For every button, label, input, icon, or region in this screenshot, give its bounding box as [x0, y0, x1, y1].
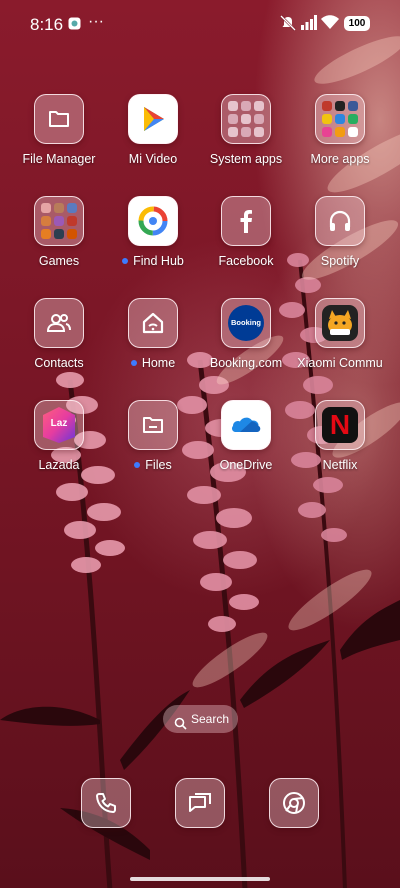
app-mi-video[interactable]: Mi Video: [107, 94, 199, 166]
app-label: Spotify: [320, 254, 360, 268]
folder-grid-icon: [34, 196, 84, 246]
app-lazada[interactable]: Laz Lazada: [13, 400, 105, 472]
app-label: System apps: [209, 152, 283, 166]
app-label: OneDrive: [219, 458, 273, 472]
app-file-manager[interactable]: File Manager: [13, 94, 105, 166]
folder-games[interactable]: Games: [13, 196, 105, 268]
search-label: Search: [191, 712, 230, 726]
folder-grid-icon: [221, 94, 271, 144]
app-booking[interactable]: Booking Booking.com: [200, 298, 292, 370]
app-facebook[interactable]: Facebook: [200, 196, 292, 268]
play-icon: [128, 94, 178, 144]
app-label: Files: [107, 458, 199, 472]
status-bar: 8:16 ··· 100: [0, 0, 400, 48]
facebook-icon: [221, 196, 271, 246]
app-contacts[interactable]: Contacts: [13, 298, 105, 370]
chrome-icon: [283, 792, 305, 814]
wifi-icon: [321, 15, 339, 35]
app-netflix[interactable]: N Netflix: [294, 400, 386, 472]
app-label: Games: [38, 254, 80, 268]
app-label: Xiaomi Commu: [297, 356, 383, 370]
app-label: Netflix: [322, 458, 358, 472]
mute-icon: [280, 15, 296, 36]
notification-app-icon: [68, 17, 81, 35]
app-label: Lazada: [38, 458, 80, 472]
dock-phone-button[interactable]: [81, 778, 131, 828]
contacts-icon: [34, 298, 84, 348]
home-icon: [128, 298, 178, 348]
gesture-home-bar[interactable]: [130, 877, 270, 881]
app-xiaomi-community[interactable]: Xiaomi Commu: [294, 298, 386, 370]
app-files[interactable]: Files: [107, 400, 199, 472]
search-icon: [174, 712, 187, 740]
app-label: Home: [107, 356, 199, 370]
search-button[interactable]: Search: [163, 705, 238, 733]
app-label: Booking.com: [209, 356, 283, 370]
app-label: Mi Video: [128, 152, 178, 166]
new-badge-dot: [122, 258, 129, 264]
folder-more-apps[interactable]: More apps: [294, 94, 386, 166]
app-label: Find Hub: [107, 254, 199, 268]
app-label: Facebook: [218, 254, 274, 268]
folder-grid-icon: [315, 94, 365, 144]
phone-icon: [96, 793, 116, 813]
dock-messages-button[interactable]: [175, 778, 225, 828]
app-find-hub[interactable]: Find Hub: [107, 196, 199, 268]
folder-system-apps[interactable]: System apps: [200, 94, 292, 166]
battery-indicator: 100: [344, 16, 370, 31]
cloud-icon: [221, 400, 271, 450]
booking-icon: Booking: [221, 298, 271, 348]
signal-icon: [300, 15, 317, 35]
lazada-icon: Laz: [34, 400, 84, 450]
headphones-icon: [315, 196, 365, 246]
app-spotify[interactable]: Spotify: [294, 196, 386, 268]
dock-chrome-button[interactable]: [269, 778, 319, 828]
find-hub-icon: [128, 196, 178, 246]
app-onedrive[interactable]: OneDrive: [200, 400, 292, 472]
files-icon: [128, 400, 178, 450]
messages-icon: [189, 793, 211, 812]
app-label: Contacts: [34, 356, 84, 370]
folder-icon: [34, 94, 84, 144]
app-home[interactable]: Home: [107, 298, 199, 370]
more-notifications-icon: ···: [88, 13, 104, 30]
netflix-icon: N: [315, 400, 365, 450]
app-label: More apps: [310, 152, 370, 166]
new-badge-dot: [134, 462, 141, 468]
app-label: File Manager: [22, 152, 96, 166]
status-time: 8:16: [30, 15, 64, 34]
new-badge-dot: [130, 360, 137, 366]
xiaomi-community-icon: [315, 298, 365, 348]
